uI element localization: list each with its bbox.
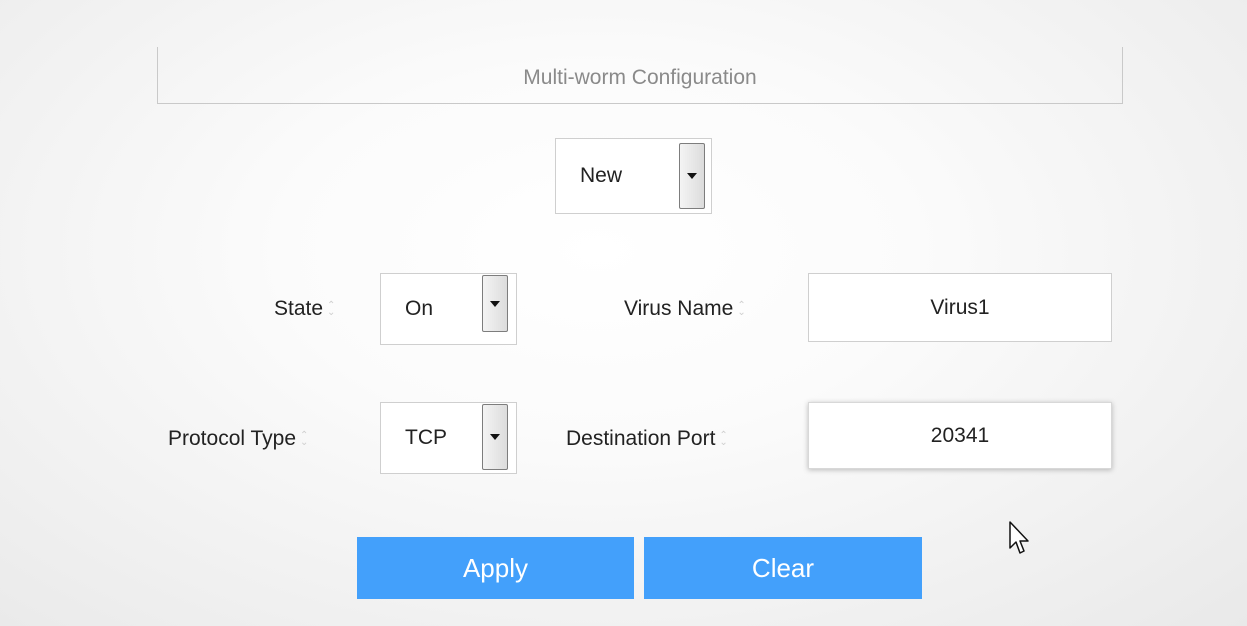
protocol-type-label-text: Protocol Type	[168, 427, 297, 450]
mode-select[interactable]: New	[555, 138, 712, 214]
destination-port-label: Destination Port ⌃ ⌄	[566, 424, 728, 454]
mouse-pointer-icon	[1009, 521, 1033, 562]
apply-button[interactable]: Apply	[357, 537, 634, 599]
destination-port-label-text: Destination Port	[566, 427, 716, 450]
virus-name-label: Virus Name ⌃ ⌄	[624, 294, 746, 324]
virus-name-label-text: Virus Name	[624, 297, 734, 320]
state-select-value: On	[405, 297, 434, 320]
protocol-type-label: Protocol Type ⌃ ⌄	[168, 424, 308, 454]
mode-select-value: New	[580, 164, 623, 187]
protocol-type-select-value: TCP	[405, 426, 447, 449]
chevron-down-icon[interactable]	[679, 143, 705, 209]
virus-name-field[interactable]: Virus1	[808, 273, 1112, 342]
sort-icon: ⌃ ⌄	[737, 300, 746, 318]
destination-port-field[interactable]: 20341	[808, 402, 1112, 469]
chevron-down-icon[interactable]	[482, 404, 508, 470]
protocol-type-select[interactable]: TCP	[380, 402, 517, 474]
sort-icon: ⌃ ⌄	[300, 430, 309, 448]
sort-icon: ⌃ ⌄	[327, 300, 336, 318]
sort-icon: ⌃ ⌄	[719, 430, 728, 448]
chevron-down-icon[interactable]	[482, 275, 508, 332]
state-label-text: State	[274, 297, 324, 320]
state-select[interactable]: On	[380, 273, 517, 345]
section-title: Multi-worm Configuration	[157, 47, 1123, 104]
clear-button[interactable]: Clear	[644, 537, 922, 599]
state-label: State ⌃ ⌄	[274, 294, 335, 324]
